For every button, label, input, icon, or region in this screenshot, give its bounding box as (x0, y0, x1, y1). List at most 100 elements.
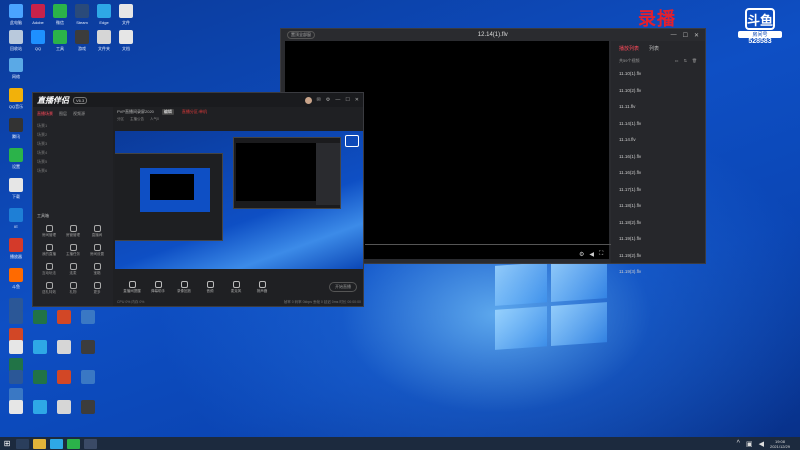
sort-icon[interactable]: ⇅ (684, 58, 687, 64)
desktop-icon[interactable]: 此电脑 (4, 4, 28, 25)
recorder-titlebar[interactable]: 直播伴侣 V6.3 ✉ ⚙ — ☐ ✕ (33, 93, 363, 107)
tool-button[interactable]: 房间设置 (85, 244, 109, 257)
desktop-icon[interactable]: Adobe (26, 4, 50, 25)
desktop-icon[interactable] (4, 310, 28, 324)
desktop-icon[interactable]: 下载 (4, 178, 28, 199)
bottom-button[interactable]: 录像回放 (173, 280, 195, 294)
desktop-icon[interactable] (52, 310, 76, 324)
desktop-icon[interactable]: 网络 (4, 58, 28, 79)
desktop-icon[interactable] (52, 340, 76, 354)
bottom-button[interactable]: 直播间提醒 (121, 280, 143, 294)
playlist-item[interactable]: 11.18(1).flv (611, 198, 705, 215)
desktop-icon[interactable]: 回收站 (4, 30, 28, 51)
desktop-icon[interactable] (76, 400, 100, 414)
speaker-icon[interactable]: ◀ (759, 440, 764, 448)
minimize-icon[interactable]: — (671, 32, 677, 39)
tool-button[interactable]: 主播任务 (61, 244, 85, 257)
tool-button[interactable]: 我的直播 (37, 244, 61, 257)
tab-list[interactable]: 列表 (649, 45, 659, 52)
scene-item[interactable]: 场景1 (37, 121, 109, 130)
desktop-icon[interactable] (4, 370, 28, 384)
file-explorer-icon[interactable] (33, 438, 46, 449)
app-icon[interactable] (84, 438, 97, 449)
playlist-item[interactable]: 11.16(2).flv (611, 165, 705, 182)
tab-sources[interactable]: 视频源 (73, 111, 85, 117)
desktop-icon[interactable] (4, 340, 28, 354)
playlist-item[interactable]: 11.19(3).flv (611, 264, 705, 281)
tool-button[interactable]: 宝箱 (85, 263, 109, 276)
desktop-icon[interactable]: 文件 (114, 4, 138, 25)
folder-icon[interactable]: ▭ (675, 58, 679, 64)
progress-bar[interactable] (365, 244, 613, 245)
desktop-icon[interactable]: Edge (92, 4, 116, 25)
playlist-item[interactable]: 11.14.flv (611, 132, 705, 149)
desktop-icon[interactable] (76, 340, 100, 354)
start-live-button[interactable]: 开始直播 (329, 282, 357, 292)
desktop-icon[interactable] (28, 340, 52, 354)
playlist-item[interactable]: 11.14(1).flv (611, 116, 705, 133)
tool-button[interactable]: 房间管理 (37, 225, 61, 238)
desktop-icon[interactable]: 播放器 (4, 238, 28, 259)
scene-item[interactable]: 场景2 (37, 130, 109, 139)
settings-icon[interactable]: ⚙ (579, 251, 584, 258)
maximize-icon[interactable]: ☐ (683, 32, 688, 39)
settings-icon[interactable]: ⚙ (326, 97, 330, 104)
desktop-icon[interactable]: QQ音乐 (4, 88, 28, 109)
playlist-item[interactable]: 11.10(1).flv (611, 66, 705, 83)
scene-item[interactable]: 场景6 (37, 166, 109, 175)
tool-button[interactable]: 送礼特效 (37, 282, 61, 295)
desktop-icon[interactable] (28, 400, 52, 414)
playlist-item[interactable]: 11.16(1).flv (611, 149, 705, 166)
desktop-icon[interactable]: 斗鱼 (4, 268, 28, 289)
network-icon[interactable]: ▣ (746, 440, 753, 448)
desktop-icon[interactable] (76, 370, 100, 384)
tool-button[interactable]: 房管管理 (61, 225, 85, 238)
minimize-icon[interactable]: — (335, 97, 340, 104)
tool-button[interactable]: 连麦 (61, 263, 85, 276)
tab-scenes[interactable]: 直播场景 (37, 111, 53, 117)
task-view-icon[interactable] (16, 438, 29, 449)
playlist-item[interactable]: 11.18(2).flv (611, 215, 705, 232)
playlist-item[interactable]: 11.19(2).flv (611, 248, 705, 265)
playlist-item[interactable]: 11.17(1).flv (611, 182, 705, 199)
desktop-icon[interactable] (52, 370, 76, 384)
playlist-item[interactable]: 11.11.flv (611, 99, 705, 116)
desktop-icon[interactable]: Steam (70, 4, 94, 25)
tab-playlist[interactable]: 播放列表 (619, 45, 639, 52)
wechat-icon[interactable] (67, 438, 80, 449)
bottom-button[interactable]: 音频 (199, 280, 221, 294)
desktop-icon[interactable] (52, 400, 76, 414)
desktop-icon[interactable]: QQ (26, 30, 50, 51)
desktop-icon[interactable] (28, 370, 52, 384)
avatar[interactable] (304, 96, 312, 104)
pin-button[interactable]: 置顶全部窗 (287, 31, 315, 39)
playlist-item[interactable]: 11.10(2).flv (611, 83, 705, 100)
desktop-icon[interactable] (28, 310, 52, 324)
category-text[interactable]: 直播分区:单机 (182, 109, 207, 115)
message-icon[interactable]: ✉ (317, 97, 321, 104)
scene-item[interactable]: 场景4 (37, 148, 109, 157)
desktop-icon[interactable]: 微信 (48, 4, 72, 25)
desktop-icon[interactable]: 游戏 (70, 30, 94, 51)
volume-icon[interactable]: ◀ (589, 251, 594, 258)
scene-item[interactable]: 场景3 (37, 139, 109, 148)
desktop-icon[interactable]: 设置 (4, 148, 28, 169)
bottom-button[interactable]: 扬声器 (251, 280, 273, 294)
delete-icon[interactable]: 🗑 (692, 58, 697, 64)
desktop-icon[interactable] (76, 310, 100, 324)
edit-tag[interactable]: 编辑 (161, 109, 174, 115)
fullscreen-icon[interactable]: ⛶ (599, 251, 603, 258)
desktop-icon[interactable]: 文档 (114, 30, 138, 51)
playlist-item[interactable]: 11.19(1).flv (611, 231, 705, 248)
desktop-icon[interactable]: IE (4, 208, 28, 229)
stream-preview[interactable] (115, 131, 363, 269)
close-icon[interactable]: ✕ (694, 32, 699, 39)
desktop-icon[interactable]: 腾讯 (4, 118, 28, 139)
desktop-icon[interactable]: 工具 (48, 30, 72, 51)
tray-chevron-icon[interactable]: ^ (737, 440, 740, 447)
tool-button[interactable]: 更多 (85, 282, 109, 295)
start-button[interactable]: ⊞ (0, 437, 14, 450)
tool-button[interactable]: 礼物 (61, 282, 85, 295)
tab-layers[interactable]: 图层 (59, 111, 67, 117)
tool-button[interactable]: 互动玩法 (37, 263, 61, 276)
